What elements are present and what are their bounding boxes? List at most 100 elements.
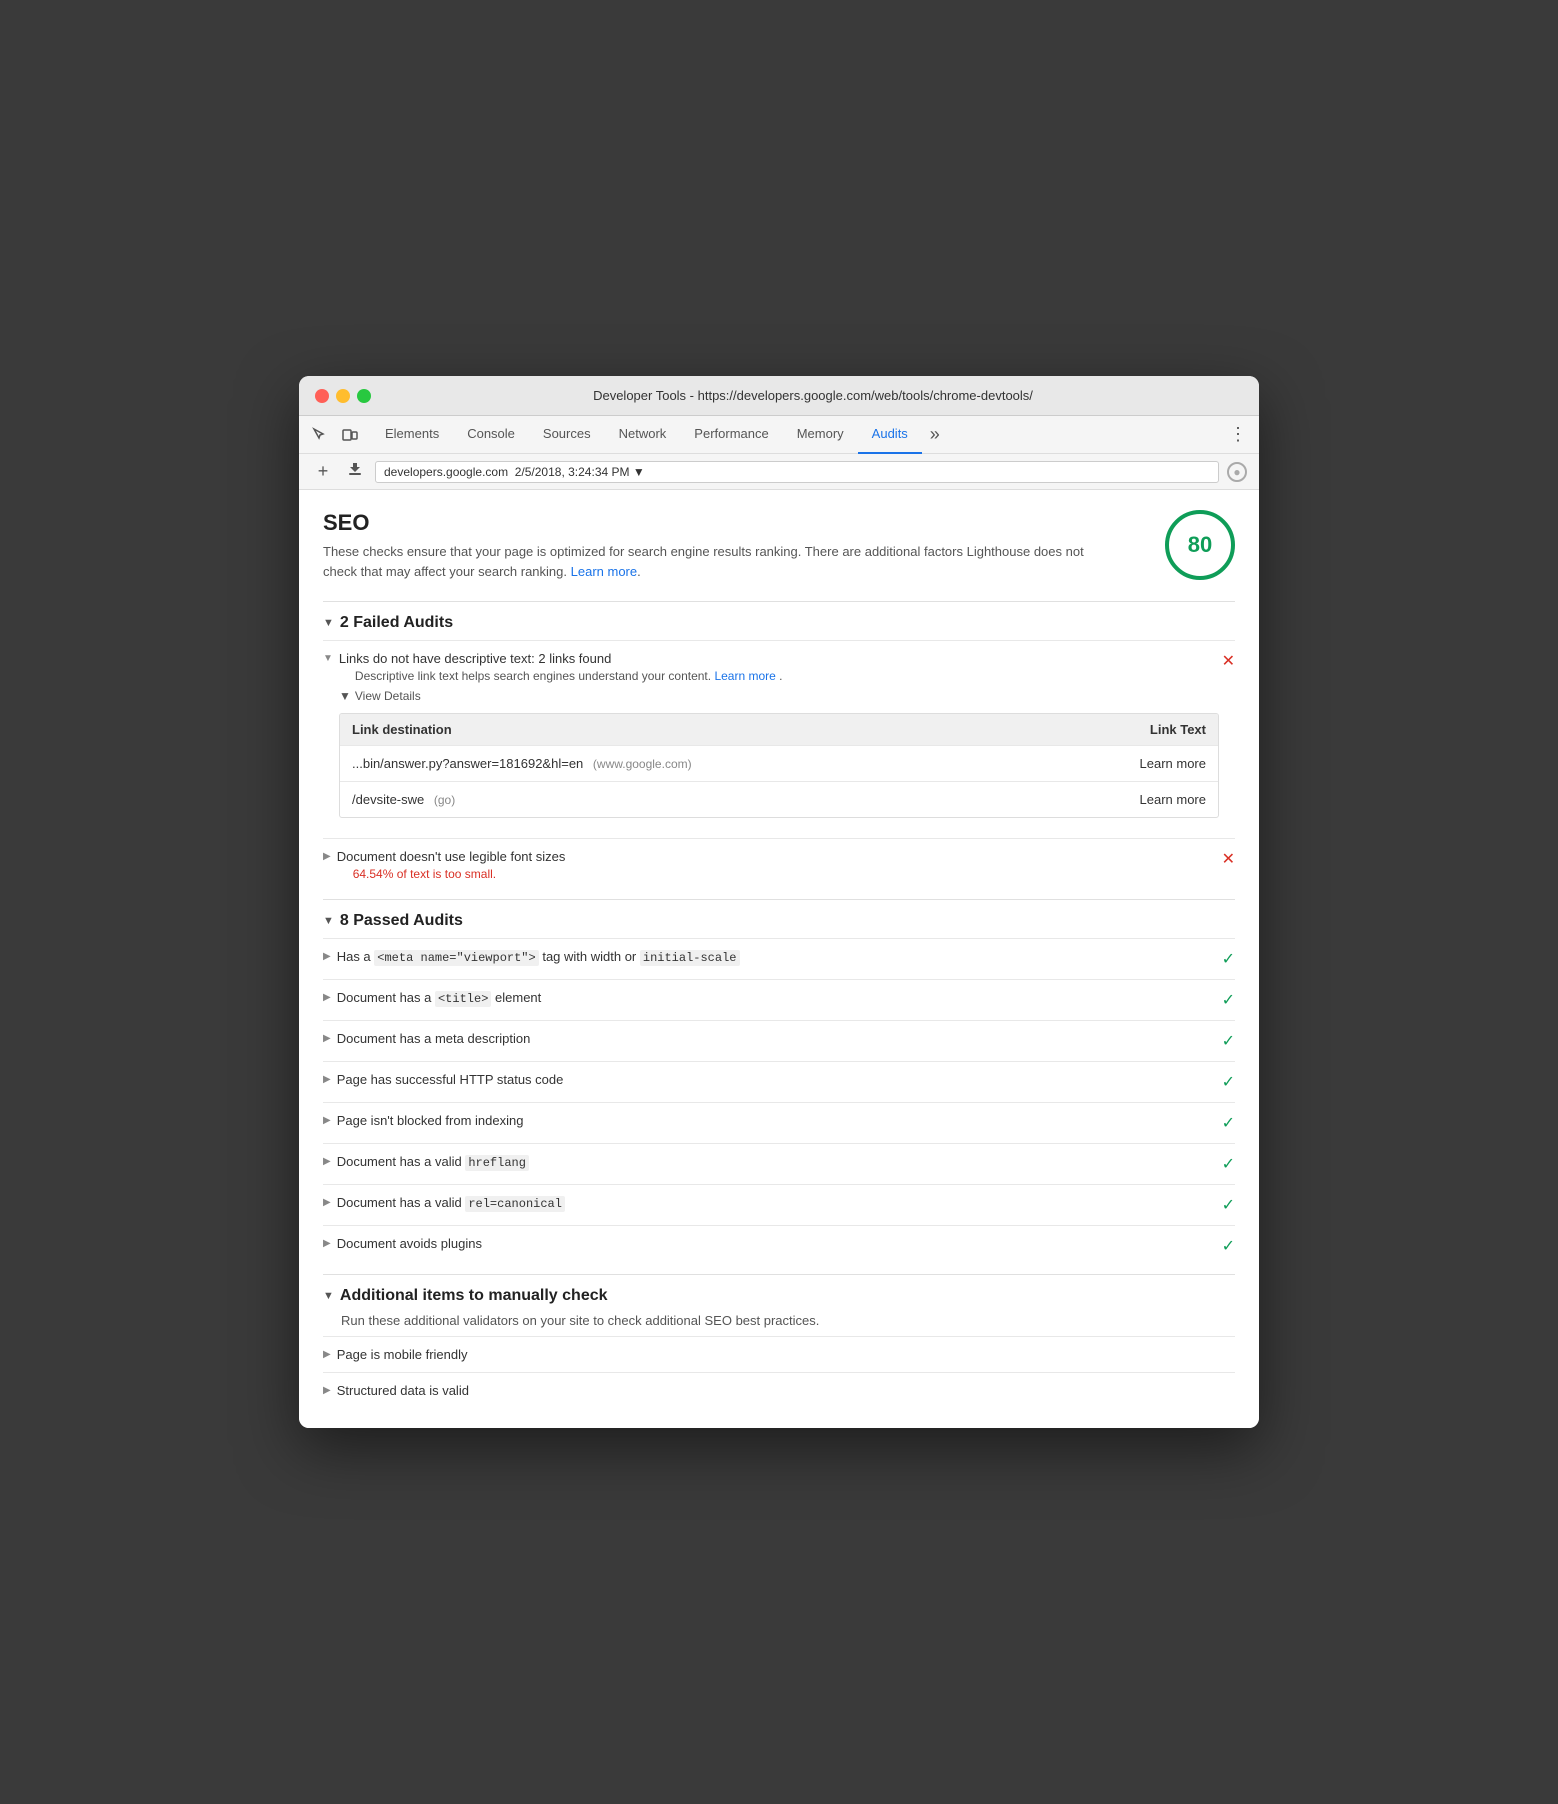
close-button[interactable]	[315, 389, 329, 403]
tab-audits[interactable]: Audits	[858, 416, 922, 454]
audit-item-title: ▶ Document has a <title> element ✓	[323, 979, 1235, 1020]
view-details-toggle[interactable]: ▼ View Details	[339, 689, 1235, 703]
audit-item-meta-desc: ▶ Document has a meta description ✓	[323, 1020, 1235, 1061]
audit-learn-more-link[interactable]: Learn more	[714, 669, 779, 683]
audit-row-title: ▶ Document has a <title> element ✓	[323, 990, 1235, 1010]
links-details-table: Link destination Link Text ...bin/answer…	[339, 713, 1219, 818]
audit-row-indexing: ▶ Page isn't blocked from indexing ✓	[323, 1113, 1235, 1133]
block-network-icon[interactable]: ●	[1227, 462, 1247, 482]
toolbar: Elements Console Sources Network Perform…	[299, 416, 1259, 454]
audit-item-viewport: ▶ Has a <meta name="viewport"> tag with …	[323, 938, 1235, 979]
more-tabs-button[interactable]: »	[922, 422, 948, 448]
title-bar: Developer Tools - https://developers.goo…	[299, 376, 1259, 416]
audit-title-links: Links do not have descriptive text: 2 li…	[339, 651, 783, 666]
col-header-destination: Link destination	[352, 722, 1106, 737]
device-toolbar-icon[interactable]	[337, 422, 363, 448]
divider	[323, 601, 1235, 602]
audit-title-meta-desc: Document has a meta description	[337, 1031, 531, 1046]
audit-row-links: ▼ Links do not have descriptive text: 2 …	[323, 651, 1235, 683]
audit-toggle-structured-data[interactable]: ▶	[323, 1385, 331, 1396]
audit-pass-icon-canonical: ✓	[1222, 1195, 1235, 1215]
audit-left-plugins: ▶ Document avoids plugins	[323, 1236, 1222, 1251]
table-header: Link destination Link Text	[340, 714, 1218, 745]
table-row: /devsite-swe (go) Learn more	[340, 781, 1218, 817]
audit-toggle-http-status[interactable]: ▶	[323, 1074, 331, 1085]
audit-toggle-viewport[interactable]: ▶	[323, 951, 331, 962]
audit-toggle-title[interactable]: ▶	[323, 992, 331, 1003]
table-cell-text-2: Learn more	[1106, 792, 1206, 807]
audit-row-meta-desc: ▶ Document has a meta description ✓	[323, 1031, 1235, 1051]
audit-title-plugins: Document avoids plugins	[337, 1236, 482, 1251]
url-input[interactable]	[375, 461, 1219, 483]
audit-toggle-indexing[interactable]: ▶	[323, 1115, 331, 1126]
download-icon[interactable]	[343, 462, 367, 481]
passed-audits-list: ▶ Has a <meta name="viewport"> tag with …	[323, 938, 1235, 1266]
audit-toggle-links[interactable]: ▼	[323, 653, 333, 664]
manual-section-toggle[interactable]: ▼	[323, 1290, 334, 1302]
audit-toggle-meta-desc[interactable]: ▶	[323, 1033, 331, 1044]
audit-content-links: Links do not have descriptive text: 2 li…	[339, 651, 783, 683]
tab-performance[interactable]: Performance	[680, 416, 782, 454]
audit-item-font-sizes: ▶ Document doesn't use legible font size…	[323, 838, 1235, 891]
seo-description: These checks ensure that your page is op…	[323, 542, 1103, 581]
audit-toggle-font-sizes[interactable]: ▶	[323, 851, 331, 862]
table-row: ...bin/answer.py?answer=181692&hl=en (ww…	[340, 745, 1218, 781]
audit-row-viewport: ▶ Has a <meta name="viewport"> tag with …	[323, 949, 1235, 969]
audit-toggle-canonical[interactable]: ▶	[323, 1197, 331, 1208]
add-recording-button[interactable]: +	[311, 461, 335, 482]
table-cell-text-1: Learn more	[1106, 756, 1206, 771]
audit-toggle-mobile-friendly[interactable]: ▶	[323, 1349, 331, 1360]
failed-section-toggle[interactable]: ▼	[323, 617, 334, 629]
seo-info: SEO These checks ensure that your page i…	[323, 510, 1103, 581]
audit-row-font-sizes: ▶ Document doesn't use legible font size…	[323, 849, 1235, 881]
table-cell-dest-1: ...bin/answer.py?answer=181692&hl=en (ww…	[352, 756, 1106, 771]
audit-row-http-status: ▶ Page has successful HTTP status code ✓	[323, 1072, 1235, 1092]
audit-left-font-sizes: ▶ Document doesn't use legible font size…	[323, 849, 1222, 881]
audit-toggle-plugins[interactable]: ▶	[323, 1238, 331, 1249]
audit-pass-icon-http-status: ✓	[1222, 1072, 1235, 1092]
passed-audits-section-title: ▼ 8 Passed Audits	[323, 912, 1235, 930]
col-header-text: Link Text	[1106, 722, 1206, 737]
audit-left-title: ▶ Document has a <title> element	[323, 990, 1222, 1006]
tab-console[interactable]: Console	[453, 416, 529, 454]
audit-title-hreflang: Document has a valid hreflang	[337, 1154, 529, 1170]
audit-row-hreflang: ▶ Document has a valid hreflang ✓	[323, 1154, 1235, 1174]
inspect-icon[interactable]	[307, 422, 333, 448]
audit-pass-icon-title: ✓	[1222, 990, 1235, 1010]
passed-section-toggle[interactable]: ▼	[323, 915, 334, 927]
seo-title: SEO	[323, 510, 1103, 536]
tab-sources[interactable]: Sources	[529, 416, 605, 454]
tab-elements[interactable]: Elements	[371, 416, 453, 454]
audit-content-font-sizes: Document doesn't use legible font sizes …	[337, 849, 566, 881]
audit-item-structured-data: ▶ Structured data is valid	[323, 1372, 1235, 1408]
failed-audits-section-title: ▼ 2 Failed Audits	[323, 614, 1235, 632]
audit-pass-icon-viewport: ✓	[1222, 949, 1235, 969]
audit-pass-icon-meta-desc: ✓	[1222, 1031, 1235, 1051]
devtools-window: Developer Tools - https://developers.goo…	[299, 376, 1259, 1428]
devtools-menu-icon[interactable]: ⋮	[1225, 422, 1251, 448]
audit-subtitle-links: Descriptive link text helps search engin…	[355, 669, 783, 683]
seo-header: SEO These checks ensure that your page i…	[323, 510, 1235, 581]
audit-title-http-status: Page has successful HTTP status code	[337, 1072, 564, 1087]
audit-item-mobile-friendly: ▶ Page is mobile friendly	[323, 1336, 1235, 1372]
audit-fail-icon-links: ✕	[1222, 651, 1235, 671]
seo-score-value: 80	[1188, 532, 1212, 558]
audit-left-http-status: ▶ Page has successful HTTP status code	[323, 1072, 1222, 1087]
audit-title-indexing: Page isn't blocked from indexing	[337, 1113, 524, 1128]
audit-toggle-hreflang[interactable]: ▶	[323, 1156, 331, 1167]
minimize-button[interactable]	[336, 389, 350, 403]
audit-item-canonical: ▶ Document has a valid rel=canonical ✓	[323, 1184, 1235, 1225]
maximize-button[interactable]	[357, 389, 371, 403]
audit-item-http-status: ▶ Page has successful HTTP status code ✓	[323, 1061, 1235, 1102]
seo-learn-more-link[interactable]: Learn more	[571, 564, 637, 579]
tab-memory[interactable]: Memory	[783, 416, 858, 454]
seo-score-circle: 80	[1165, 510, 1235, 580]
audit-row-canonical: ▶ Document has a valid rel=canonical ✓	[323, 1195, 1235, 1215]
audit-left-canonical: ▶ Document has a valid rel=canonical	[323, 1195, 1222, 1211]
tab-network[interactable]: Network	[605, 416, 681, 454]
divider-2	[323, 899, 1235, 900]
audit-left-viewport: ▶ Has a <meta name="viewport"> tag with …	[323, 949, 1222, 965]
tabs-container: Elements Console Sources Network Perform…	[371, 416, 1221, 453]
audit-title-structured-data: Structured data is valid	[337, 1383, 469, 1398]
manual-check-section-title: ▼ Additional items to manually check	[323, 1287, 1235, 1305]
